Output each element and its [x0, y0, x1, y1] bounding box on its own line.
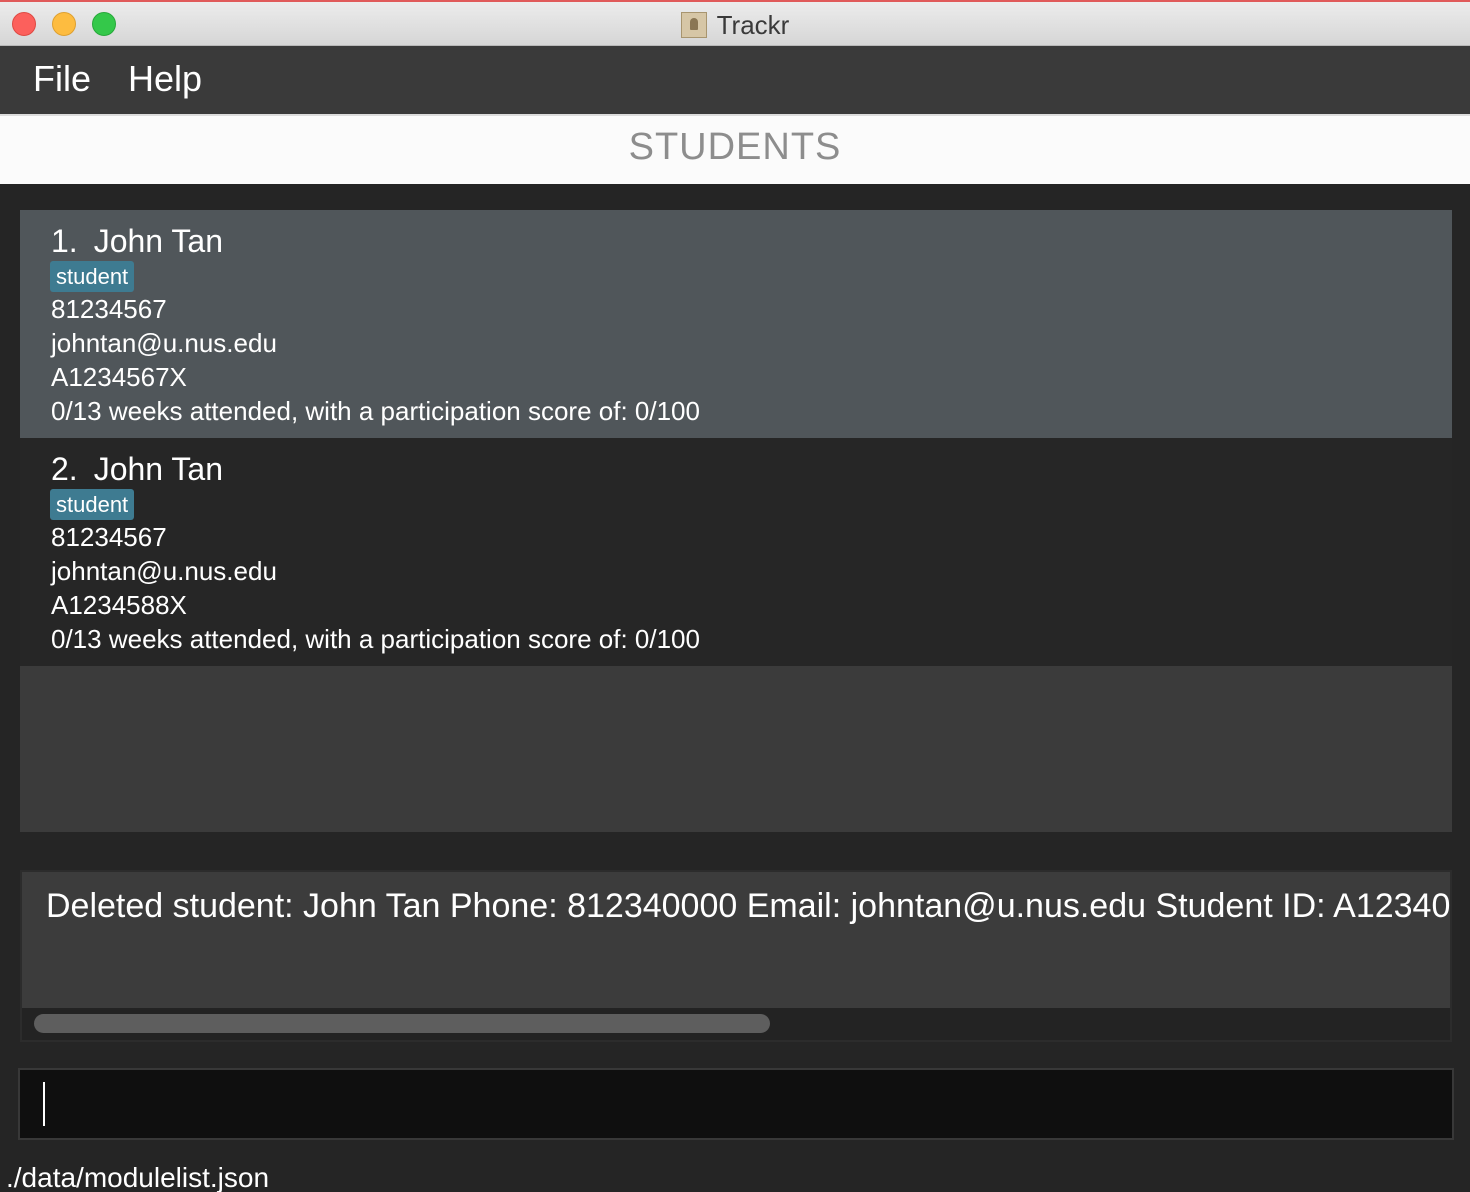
window-title-group: Trackr: [0, 8, 1470, 42]
student-phone: 81234567: [51, 522, 167, 552]
status-bar-path: ./data/modulelist.json: [6, 1162, 270, 1192]
student-email: johntan@u.nus.edu: [51, 328, 277, 358]
scrollbar-thumb[interactable]: [34, 1014, 770, 1033]
command-input[interactable]: [20, 1070, 1452, 1138]
menu-file[interactable]: File: [33, 58, 91, 100]
student-tag: student: [50, 489, 135, 520]
menu-bar: File Help: [0, 46, 1470, 114]
menu-help[interactable]: Help: [128, 58, 202, 100]
student-id: A1234588X: [51, 590, 187, 620]
app-contact-icon: [680, 12, 707, 39]
student-name: John Tan: [93, 451, 223, 487]
student-attendance: 0/13 weeks attended, with a participatio…: [51, 624, 700, 654]
page-title: STUDENTS: [628, 126, 842, 168]
result-message: Deleted student: John Tan Phone: 8123400…: [46, 887, 1452, 925]
student-id: A1234567X: [51, 362, 187, 392]
student-email: johntan@u.nus.edu: [51, 556, 277, 586]
student-card[interactable]: 2. John Tan student 81234567 johntan@u.nu…: [20, 438, 1452, 666]
student-name-line: 1. John Tan: [51, 222, 223, 260]
student-phone: 81234567: [51, 294, 167, 324]
student-index: 1.: [51, 223, 78, 259]
text-caret: [43, 1082, 45, 1126]
result-horizontal-scrollbar[interactable]: [22, 1008, 1450, 1040]
app-window: Trackr File Help STUDENTS 1. John Tan stu…: [0, 0, 1470, 1192]
result-display[interactable]: Deleted student: John Tan Phone: 8123400…: [20, 870, 1452, 1042]
student-name: John Tan: [93, 223, 223, 259]
student-attendance: 0/13 weeks attended, with a participatio…: [51, 396, 700, 426]
student-name-line: 2. John Tan: [51, 450, 223, 488]
command-box[interactable]: [18, 1068, 1454, 1140]
title-bar: Trackr: [0, 0, 1470, 46]
student-card[interactable]: 1. John Tan student 81234567 johntan@u.nu…: [20, 210, 1452, 438]
window-title: Trackr: [716, 10, 790, 40]
list-header: STUDENTS: [0, 114, 1470, 184]
student-index: 2.: [51, 451, 78, 487]
student-tag: student: [50, 261, 135, 292]
student-list[interactable]: 1. John Tan student 81234567 johntan@u.nu…: [20, 210, 1452, 832]
